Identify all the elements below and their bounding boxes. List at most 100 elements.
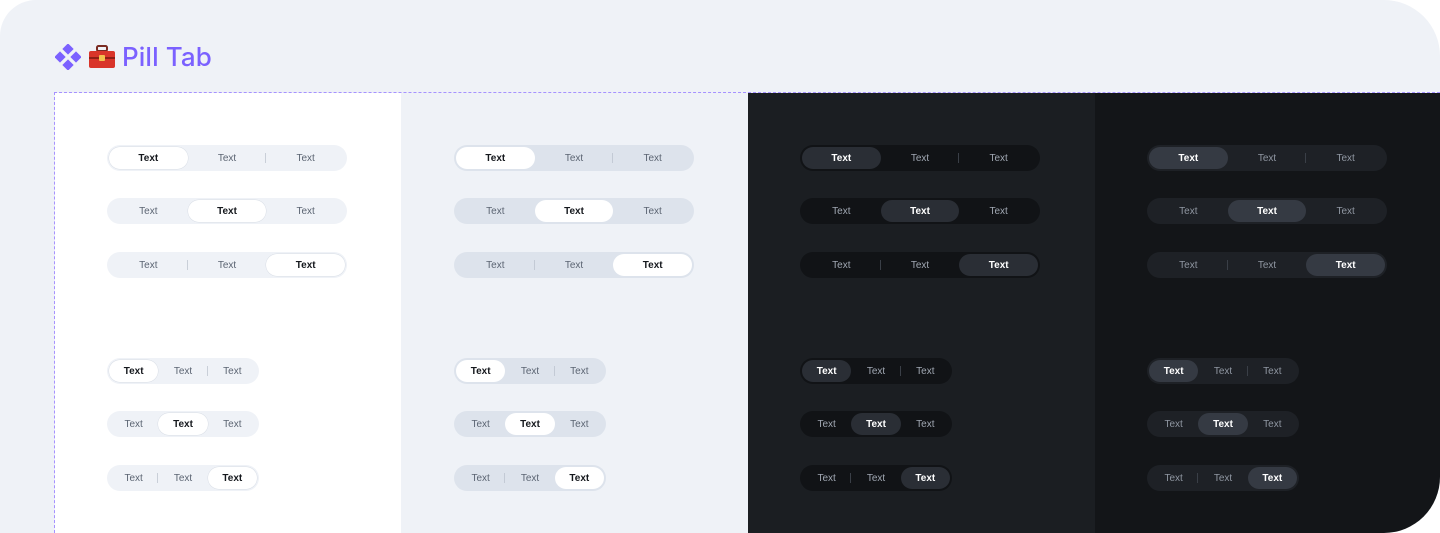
pill-tab[interactable]: Text: [1149, 200, 1228, 222]
pill-tab-group: Text Text Text: [800, 465, 952, 491]
pill-tab[interactable]: Text: [1306, 200, 1385, 222]
pill-tab[interactable]: Text: [802, 467, 852, 489]
pill-tab[interactable]: Text: [555, 360, 604, 382]
pill-tab-active[interactable]: Text: [802, 147, 881, 169]
pill-tab-group: Text Text Text: [454, 465, 606, 491]
pill-tab-group: Text Text Text: [454, 358, 606, 384]
pill-tab-group: Text Text Text: [1147, 198, 1387, 224]
pill-tab[interactable]: Text: [158, 467, 207, 489]
pill-tab-group: Text Text Text: [454, 252, 694, 278]
pill-tab-active[interactable]: Text: [158, 413, 208, 435]
pill-tab-active[interactable]: Text: [1227, 200, 1307, 222]
pill-tab[interactable]: Text: [851, 360, 901, 382]
pill-tab-group: Text Text Text: [1147, 358, 1299, 384]
pill-tab[interactable]: Text: [188, 254, 267, 276]
pill-tab[interactable]: Text: [1149, 467, 1199, 489]
pill-tab-group: Text Text Text: [454, 145, 694, 171]
pill-tab[interactable]: Text: [266, 200, 345, 222]
pill-tab-active[interactable]: Text: [534, 200, 614, 222]
pill-tab-active[interactable]: Text: [505, 413, 555, 435]
pill-tab-group: Text Text Text: [107, 252, 347, 278]
pill-tab[interactable]: Text: [456, 200, 535, 222]
pill-tab[interactable]: Text: [851, 467, 900, 489]
pill-tab[interactable]: Text: [1306, 147, 1385, 169]
pill-tab-active[interactable]: Text: [109, 147, 188, 169]
pill-tab-active[interactable]: Text: [554, 467, 604, 489]
pill-tab[interactable]: Text: [1149, 254, 1228, 276]
pill-tab[interactable]: Text: [1248, 360, 1297, 382]
pill-tab[interactable]: Text: [555, 413, 604, 435]
pill-tab-group: Text Text Text: [1147, 411, 1299, 437]
pill-tab-active[interactable]: Text: [266, 254, 346, 276]
pill-tab[interactable]: Text: [505, 360, 555, 382]
pill-tab[interactable]: Text: [881, 147, 960, 169]
pill-tab-active[interactable]: Text: [880, 200, 960, 222]
pill-tab-group: Text Text Text: [107, 465, 259, 491]
pill-tab-active[interactable]: Text: [900, 467, 950, 489]
pill-tab-active[interactable]: Text: [613, 254, 693, 276]
pill-tab[interactable]: Text: [1228, 254, 1307, 276]
page-title: Pill Tab: [54, 40, 212, 74]
pill-tab-group: Text Text Text: [107, 198, 347, 224]
toolbox-icon: [88, 43, 116, 71]
pill-tab[interactable]: Text: [456, 254, 535, 276]
pill-tab-group: Text Text Text: [107, 411, 259, 437]
pill-tab[interactable]: Text: [901, 413, 950, 435]
page-title-text: Pill Tab: [122, 41, 212, 73]
pill-tab[interactable]: Text: [158, 360, 208, 382]
pill-tab[interactable]: Text: [802, 254, 881, 276]
pill-tab[interactable]: Text: [1149, 413, 1198, 435]
pill-tab[interactable]: Text: [1198, 360, 1248, 382]
pill-tab-active[interactable]: Text: [1198, 413, 1248, 435]
pill-tab-active[interactable]: Text: [109, 360, 159, 382]
pill-tab[interactable]: Text: [1248, 413, 1297, 435]
pill-tab-active[interactable]: Text: [187, 200, 267, 222]
pill-tab-group: Text Text Text: [800, 358, 952, 384]
pill-tab[interactable]: Text: [208, 360, 257, 382]
pill-tab-group: Text Text Text: [800, 145, 1040, 171]
pill-tab[interactable]: Text: [802, 413, 851, 435]
pill-tab[interactable]: Text: [109, 413, 158, 435]
pill-tab[interactable]: Text: [456, 467, 506, 489]
pill-tab[interactable]: Text: [613, 147, 692, 169]
pill-tab[interactable]: Text: [456, 413, 505, 435]
pill-tab-active[interactable]: Text: [1306, 254, 1386, 276]
pill-tab[interactable]: Text: [802, 200, 881, 222]
pill-tab[interactable]: Text: [109, 200, 188, 222]
pill-tab[interactable]: Text: [901, 360, 950, 382]
pill-tab[interactable]: Text: [109, 467, 159, 489]
pill-tab-group: Text Text Text: [454, 411, 606, 437]
pill-tab[interactable]: Text: [188, 147, 267, 169]
pill-tab[interactable]: Text: [109, 254, 188, 276]
pill-tab[interactable]: Text: [881, 254, 960, 276]
pill-tab[interactable]: Text: [208, 413, 257, 435]
pill-tab-active[interactable]: Text: [851, 413, 901, 435]
pill-tab[interactable]: Text: [959, 147, 1038, 169]
pill-tab-group: Text Text Text: [1147, 465, 1299, 491]
pill-tab[interactable]: Text: [1198, 467, 1247, 489]
pill-tab-group: Text Text Text: [1147, 145, 1387, 171]
pill-tab-active[interactable]: Text: [1247, 467, 1297, 489]
pill-tab-group: Text Text Text: [107, 145, 347, 171]
pill-tab[interactable]: Text: [266, 147, 345, 169]
pill-tab-group: Text Text Text: [800, 198, 1040, 224]
pill-tab[interactable]: Text: [535, 147, 614, 169]
pill-tab[interactable]: Text: [1228, 147, 1307, 169]
pill-tab[interactable]: Text: [959, 200, 1038, 222]
pill-tab-group: Text Text Text: [800, 411, 952, 437]
pill-tab-active[interactable]: Text: [456, 360, 506, 382]
pill-tab-group: Text Text Text: [454, 198, 694, 224]
pill-tab-active[interactable]: Text: [207, 467, 257, 489]
pill-tab-group: Text Text Text: [800, 252, 1040, 278]
pill-tab-active[interactable]: Text: [802, 360, 852, 382]
pill-tab[interactable]: Text: [535, 254, 614, 276]
pill-tab-active[interactable]: Text: [456, 147, 535, 169]
pill-tab-active[interactable]: Text: [1149, 360, 1199, 382]
pill-tab-active[interactable]: Text: [959, 254, 1039, 276]
component-diamond-icon: [54, 43, 82, 71]
pill-tab-group: Text Text Text: [1147, 252, 1387, 278]
pill-tab[interactable]: Text: [613, 200, 692, 222]
pill-tab-active[interactable]: Text: [1149, 147, 1228, 169]
pill-tab-group: Text Text Text: [107, 358, 259, 384]
pill-tab[interactable]: Text: [505, 467, 554, 489]
